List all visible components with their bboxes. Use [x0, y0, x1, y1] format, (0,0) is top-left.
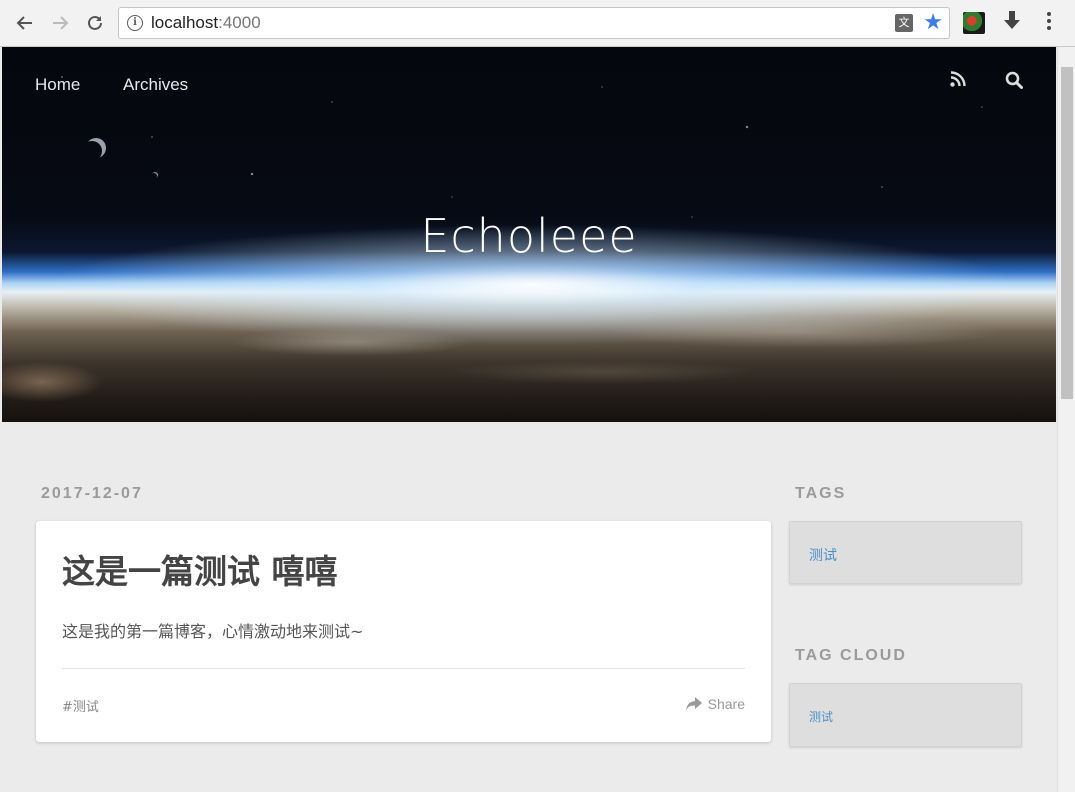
reload-icon: [88, 15, 102, 30]
nav-archives-link[interactable]: Archives: [123, 75, 188, 95]
extension-icon[interactable]: [963, 12, 985, 34]
moon-image: [86, 138, 106, 158]
small-moon-image: [152, 172, 158, 178]
back-button[interactable]: [12, 10, 38, 36]
post-tag-link[interactable]: #测试: [62, 696, 99, 715]
arrow-left-icon: [16, 16, 32, 30]
site-title[interactable]: Echoleee: [2, 209, 1056, 263]
tags-box: 测试: [789, 521, 1022, 584]
address-bar[interactable]: i localhost:4000 文 ★: [118, 7, 950, 39]
reload-button[interactable]: [82, 10, 108, 36]
tags-heading: TAGS: [795, 485, 847, 502]
post-excerpt: 这是我的第一篇博客，心情激动地来测试~: [62, 622, 364, 641]
share-icon: [685, 697, 702, 711]
browser-menu-icon[interactable]: [1046, 11, 1052, 31]
scrollbar-thumb[interactable]: [1061, 67, 1073, 399]
hero-banner: Home Archives Echoleee: [2, 47, 1056, 422]
download-icon[interactable]: [1002, 9, 1022, 37]
nav-home-link[interactable]: Home: [35, 75, 80, 95]
post-card: 这是一篇测试 嘻嘻 这是我的第一篇博客，心情激动地来测试~ #测试 Share: [36, 521, 771, 742]
share-label: Share: [707, 696, 745, 712]
url-host: localhost: [151, 13, 219, 32]
tag-link[interactable]: 测试: [809, 545, 837, 565]
card-divider: [62, 668, 745, 669]
share-button[interactable]: Share: [685, 696, 745, 712]
translate-icon[interactable]: 文: [895, 14, 913, 32]
site-info-icon[interactable]: i: [127, 15, 143, 31]
tag-cloud-link[interactable]: 测试: [809, 708, 833, 725]
page-scrollbar[interactable]: [1057, 47, 1075, 792]
arrow-right-icon: [53, 16, 69, 30]
earth-clouds: [2, 302, 1056, 422]
browser-toolbar: i localhost:4000 文 ★: [0, 0, 1075, 47]
tag-cloud-box: 测试: [789, 683, 1022, 747]
url-port: :4000: [218, 13, 261, 32]
post-title[interactable]: 这是一篇测试 嘻嘻: [62, 545, 338, 593]
url-text[interactable]: localhost:4000: [151, 13, 261, 33]
post-date: 2017-12-07: [41, 485, 143, 502]
forward-button[interactable]: [47, 10, 73, 36]
rss-icon[interactable]: [950, 71, 966, 87]
tag-cloud-heading: TAG CLOUD: [795, 647, 907, 664]
bookmark-star-icon[interactable]: ★: [923, 10, 943, 35]
search-icon[interactable]: [1005, 71, 1023, 89]
